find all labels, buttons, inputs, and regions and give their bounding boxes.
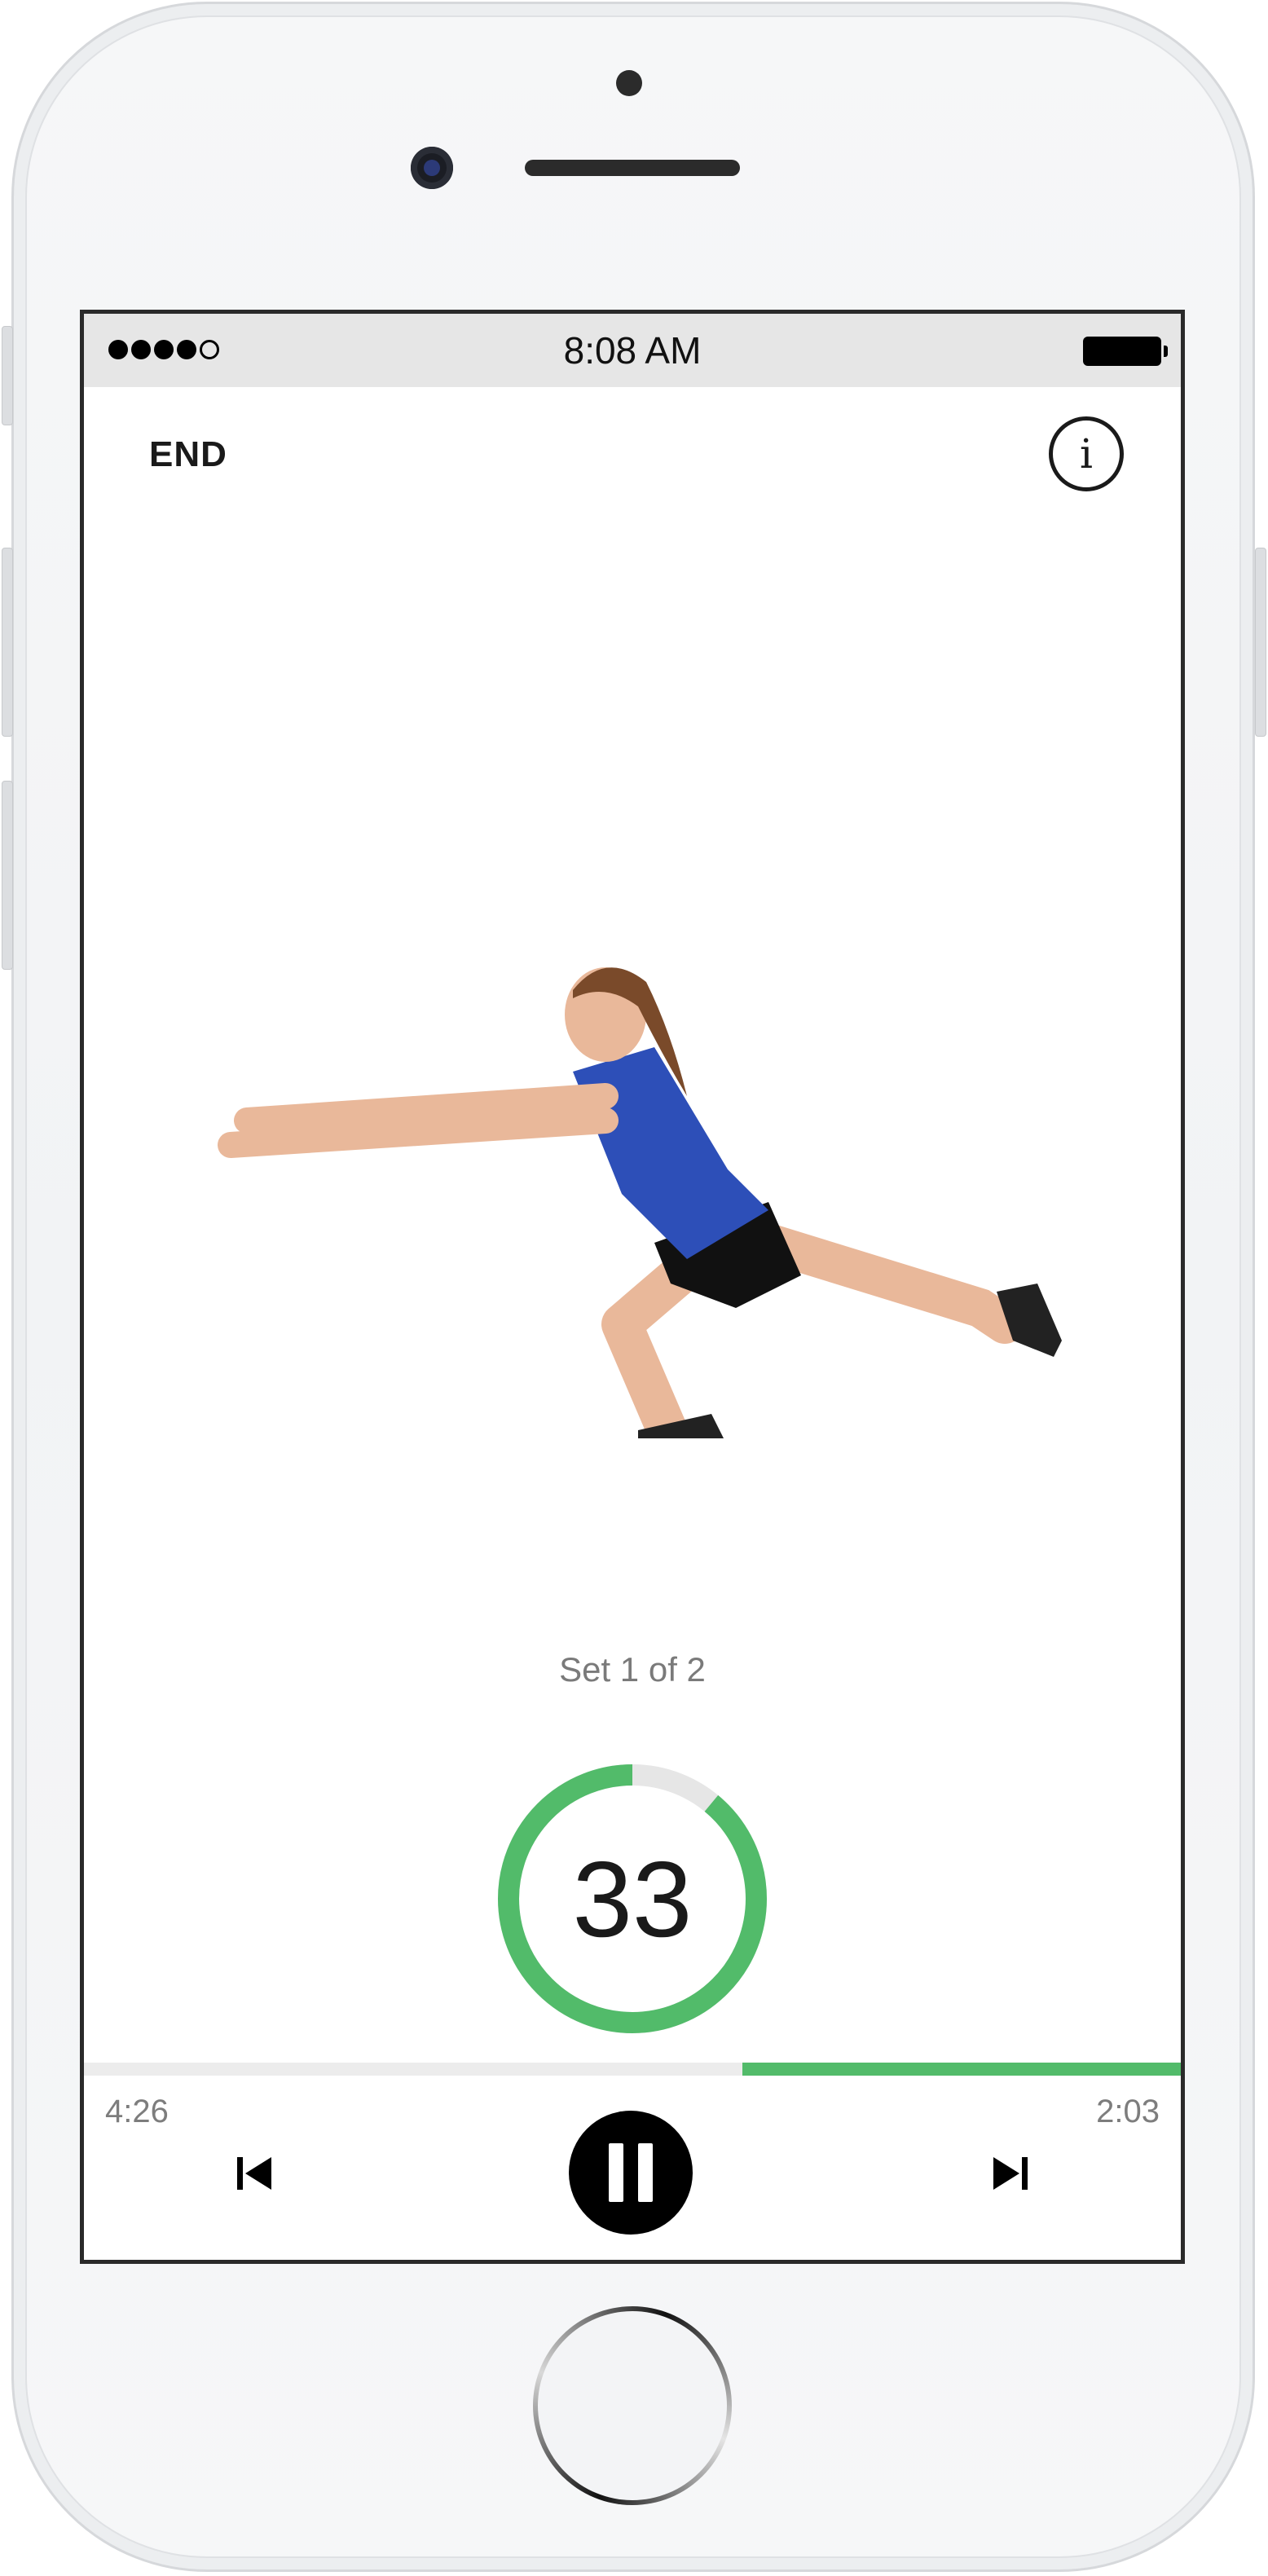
- volume-up-button: [2, 548, 13, 737]
- front-camera: [411, 147, 453, 189]
- pause-icon: [609, 2143, 623, 2202]
- mute-switch: [2, 326, 13, 425]
- app-screen: 8:08 AM END i Set 1 of 2 33 4:26 2:03: [80, 310, 1185, 2264]
- workout-progress-bar[interactable]: [84, 2063, 1181, 2076]
- proximity-sensor: [616, 70, 642, 96]
- workout-progress-fill: [742, 2063, 1181, 2076]
- info-circle-icon[interactable]: i: [1049, 416, 1124, 491]
- set-progress-label: Set 1 of 2: [559, 1650, 706, 1689]
- battery-icon: [1083, 337, 1168, 366]
- power-button: [1255, 548, 1266, 737]
- skip-next-icon[interactable]: [985, 2149, 1034, 2198]
- pause-button[interactable]: [569, 2111, 693, 2235]
- remaining-time: 2:03: [1096, 2094, 1160, 2129]
- exercise-image: [218, 967, 1062, 1438]
- elapsed-time: 4:26: [105, 2094, 169, 2129]
- status-bar: 8:08 AM: [84, 314, 1181, 387]
- countdown-seconds: 33: [572, 1838, 693, 1959]
- status-time: 8:08 AM: [563, 329, 702, 372]
- skip-previous-icon[interactable]: [231, 2149, 280, 2198]
- pause-icon: [638, 2143, 653, 2202]
- earpiece-speaker: [525, 160, 740, 176]
- info-glyph: i: [1080, 430, 1093, 478]
- tank-top: [573, 1047, 768, 1259]
- volume-down-button: [2, 781, 13, 970]
- end-workout-button[interactable]: END: [149, 434, 227, 475]
- back-shoe: [997, 1284, 1062, 1357]
- home-button[interactable]: [533, 2306, 732, 2505]
